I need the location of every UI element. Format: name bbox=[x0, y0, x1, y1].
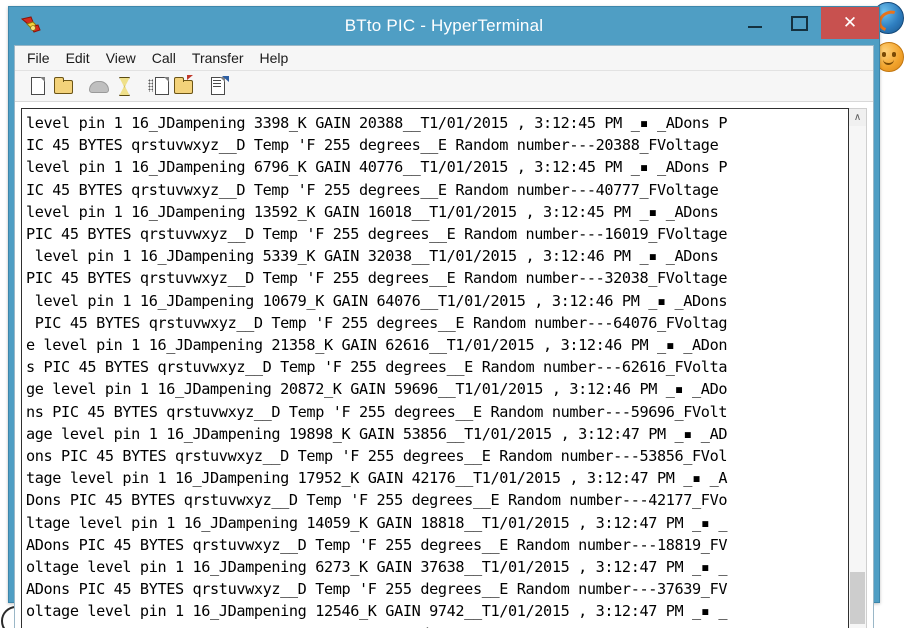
orange-smiley-eye-left bbox=[882, 52, 886, 57]
hyperterminal-window: BTto PIC - HyperTerminal ✕ File Edit Vie… bbox=[8, 6, 880, 603]
terminal-line: level pin 1 16_JDampening 10679_K GAIN 6… bbox=[26, 290, 846, 312]
terminal-text: level pin 1 16_JDampening 3398_K GAIN 20… bbox=[22, 109, 848, 628]
open-folder-icon[interactable] bbox=[52, 75, 74, 97]
menubar: File Edit View Call Transfer Help bbox=[15, 46, 873, 71]
terminal-line: PIC 45 BYTES qrstuvwxyz__D Temp 'F 255 d… bbox=[26, 223, 846, 245]
terminal-line: IC 45 BYTES qrstuvwxyz__D Temp 'F 255 de… bbox=[26, 179, 846, 201]
close-icon: ✕ bbox=[843, 13, 857, 33]
properties-icon[interactable] bbox=[207, 75, 229, 97]
terminal-line: level pin 1 16_JDampening 5339_K GAIN 32… bbox=[26, 245, 846, 267]
terminal-scrollbar[interactable]: ∧ ∨ bbox=[849, 108, 867, 628]
menu-help[interactable]: Help bbox=[260, 48, 299, 68]
receive-file-icon[interactable] bbox=[172, 75, 194, 97]
terminal-line: level pin 1 16_JDampening 3398_K GAIN 20… bbox=[26, 112, 846, 134]
terminal-line: ltage level pin 1 16_JDampening 14059_K … bbox=[26, 512, 846, 534]
scrollbar-track[interactable] bbox=[849, 126, 866, 628]
properties-pointer-shape bbox=[222, 76, 229, 82]
terminal-line: ons PIC 45 BYTES qrstuvwxyz__D Temp 'F 2… bbox=[26, 445, 846, 467]
window-titlebar[interactable]: BTto PIC - HyperTerminal ✕ bbox=[9, 7, 879, 45]
maximize-button[interactable] bbox=[777, 7, 821, 39]
receive-folder-shape bbox=[174, 80, 193, 94]
terminal-line: ADons PIC 45 BYTES qrstuvwxyz__D Temp 'F… bbox=[26, 534, 846, 556]
terminal-line: oltage level pin 1 16_JDampening 12546_K… bbox=[26, 600, 846, 622]
transfer-dots-shape bbox=[148, 79, 153, 92]
menu-transfer[interactable]: Transfer bbox=[192, 48, 254, 68]
send-file-icon[interactable] bbox=[147, 75, 169, 97]
orange-smiley-eye-right bbox=[892, 52, 896, 57]
new-document-shape bbox=[31, 77, 45, 95]
terminal-line: level pin 1 16_JDampening 6796_K GAIN 40… bbox=[26, 156, 846, 178]
phone-shape bbox=[89, 81, 109, 93]
terminal-line: oltage level pin 1 16_JDampening 6273_K … bbox=[26, 556, 846, 578]
terminal-line: PIC 45 BYTES qrstuvwxyz__D Temp 'F 255 d… bbox=[26, 312, 846, 334]
send-document-shape bbox=[155, 77, 169, 95]
call-phone-icon[interactable] bbox=[87, 75, 109, 97]
minimize-button[interactable] bbox=[733, 7, 777, 39]
terminal-line: ge level pin 1 16_JDampening 20872_K GAI… bbox=[26, 378, 846, 400]
terminal-line: ADons PIC 45 BYTES qrstuvwxyz__D Temp 'F… bbox=[26, 623, 846, 628]
terminal-line: tage level pin 1 16_JDampening 17952_K G… bbox=[26, 467, 846, 489]
disconnect-hourglass-icon[interactable] bbox=[112, 75, 134, 97]
scroll-up-arrow-icon[interactable]: ∧ bbox=[849, 109, 866, 126]
close-button[interactable]: ✕ bbox=[821, 7, 879, 39]
menu-view[interactable]: View bbox=[106, 48, 146, 68]
terminal-area: level pin 1 16_JDampening 3398_K GAIN 20… bbox=[15, 102, 873, 628]
new-connection-icon[interactable] bbox=[27, 75, 49, 97]
desktop-root: BTto PIC - HyperTerminal ✕ File Edit Vie… bbox=[0, 0, 905, 628]
scrollbar-thumb[interactable] bbox=[850, 572, 865, 624]
receive-flag-shape bbox=[187, 75, 193, 80]
open-folder-shape bbox=[54, 80, 73, 94]
terminal-screen[interactable]: level pin 1 16_JDampening 3398_K GAIN 20… bbox=[21, 108, 849, 628]
terminal-line: e level pin 1 16_JDampening 21358_K GAIN… bbox=[26, 334, 846, 356]
terminal-line: PIC 45 BYTES qrstuvwxyz__D Temp 'F 255 d… bbox=[26, 267, 846, 289]
menu-call[interactable]: Call bbox=[152, 48, 186, 68]
terminal-line: level pin 1 16_JDampening 13592_K GAIN 1… bbox=[26, 201, 846, 223]
menu-file[interactable]: File bbox=[27, 48, 60, 68]
maximize-glyph bbox=[791, 16, 808, 31]
orange-smiley-mouth bbox=[883, 58, 894, 65]
terminal-line: age level pin 1 16_JDampening 19898_K GA… bbox=[26, 423, 846, 445]
hourglass-shape bbox=[119, 77, 130, 96]
toolbar bbox=[15, 71, 873, 102]
minimize-glyph bbox=[748, 26, 762, 28]
terminal-line: ADons PIC 45 BYTES qrstuvwxyz__D Temp 'F… bbox=[26, 578, 846, 600]
window-client-area: File Edit View Call Transfer Help bbox=[14, 45, 874, 628]
properties-lines-shape bbox=[213, 80, 221, 81]
terminal-line: s PIC 45 BYTES qrstuvwxyz__D Temp 'F 255… bbox=[26, 356, 846, 378]
terminal-line: ns PIC 45 BYTES qrstuvwxyz__D Temp 'F 25… bbox=[26, 401, 846, 423]
menu-edit[interactable]: Edit bbox=[66, 48, 100, 68]
window-controls: ✕ bbox=[733, 7, 879, 39]
terminal-line: Dons PIC 45 BYTES qrstuvwxyz__D Temp 'F … bbox=[26, 489, 846, 511]
terminal-line: IC 45 BYTES qrstuvwxyz__D Temp 'F 255 de… bbox=[26, 134, 846, 156]
